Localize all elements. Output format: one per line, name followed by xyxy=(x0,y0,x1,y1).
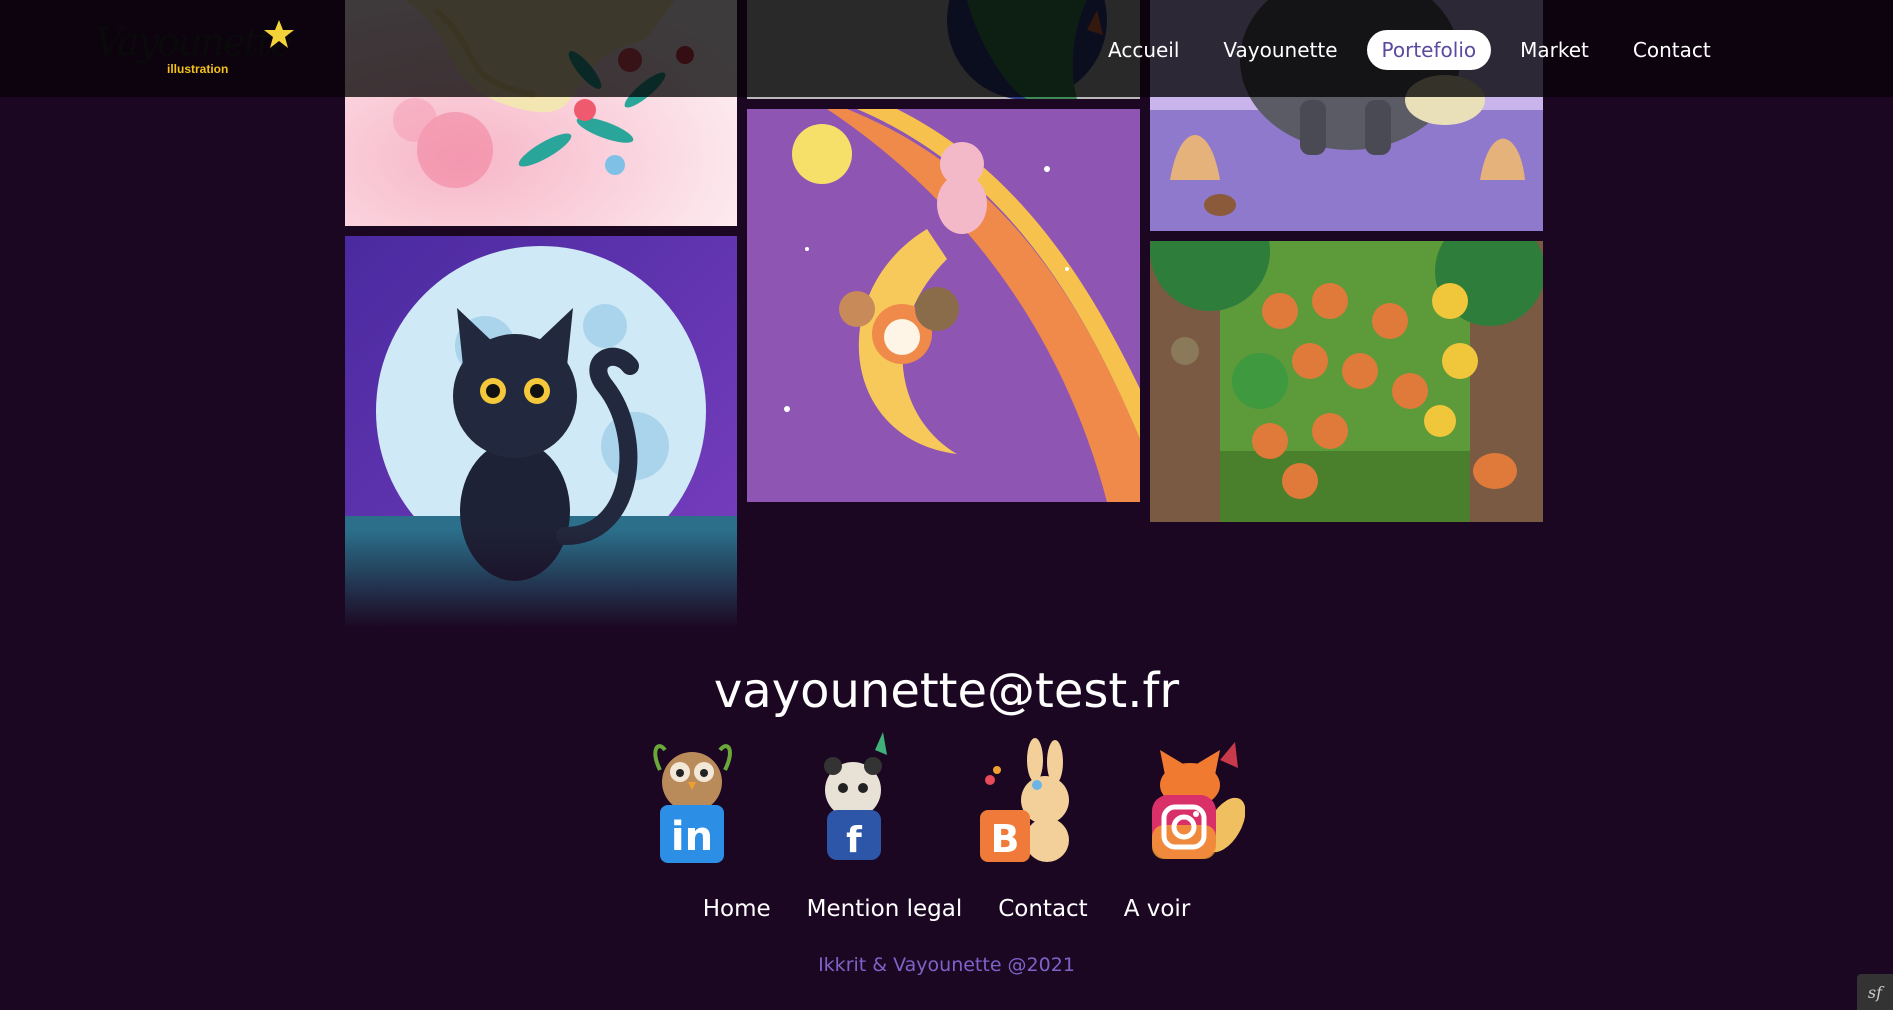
logo-subtitle: illustration xyxy=(167,62,229,76)
nav-contact[interactable]: Contact xyxy=(1618,30,1726,70)
blog-bunny-icon[interactable]: B xyxy=(975,730,1080,865)
footer-links: Home Mention legal Contact A voir xyxy=(0,896,1893,922)
nav-accueil[interactable]: Accueil xyxy=(1093,30,1194,70)
nav-market[interactable]: Market xyxy=(1505,30,1604,70)
main-nav: Accueil Vayounette Portefolio Market Con… xyxy=(1093,30,1740,70)
site-header: Vayounette illustration Accueil Vayounet… xyxy=(0,0,1893,97)
copyright-text: Ikkrit & Vayounette @2021 xyxy=(818,954,1075,976)
instagram-fox-icon[interactable] xyxy=(1140,730,1246,865)
gallery-image-forest-fox[interactable] xyxy=(1150,241,1543,522)
footer-link-contact[interactable]: Contact xyxy=(998,896,1087,922)
gallery-image-black-cat[interactable] xyxy=(345,236,737,628)
contact-email[interactable]: vayounette@test.fr xyxy=(0,663,1893,719)
footer-link-a-voir[interactable]: A voir xyxy=(1124,896,1191,922)
footer-link-mention-legal[interactable]: Mention legal xyxy=(807,896,963,922)
svg-text:B: B xyxy=(991,817,1020,861)
svg-text:f: f xyxy=(846,820,862,861)
site-logo[interactable]: Vayounette illustration xyxy=(95,12,300,84)
social-links: in f B xyxy=(640,730,1260,865)
symfony-toolbar-icon[interactable]: sf xyxy=(1857,974,1893,1010)
gallery-image-moon-animals[interactable] xyxy=(747,109,1140,502)
star-icon xyxy=(264,20,294,48)
logo-script: Vayounette xyxy=(95,20,292,64)
linkedin-owl-icon[interactable]: in xyxy=(640,730,745,865)
svg-text:in: in xyxy=(671,814,713,860)
nav-portefolio[interactable]: Portefolio xyxy=(1366,30,1492,70)
nav-vayounette[interactable]: Vayounette xyxy=(1208,30,1352,70)
footer-link-home[interactable]: Home xyxy=(703,896,771,922)
facebook-panda-icon[interactable]: f xyxy=(805,730,910,865)
